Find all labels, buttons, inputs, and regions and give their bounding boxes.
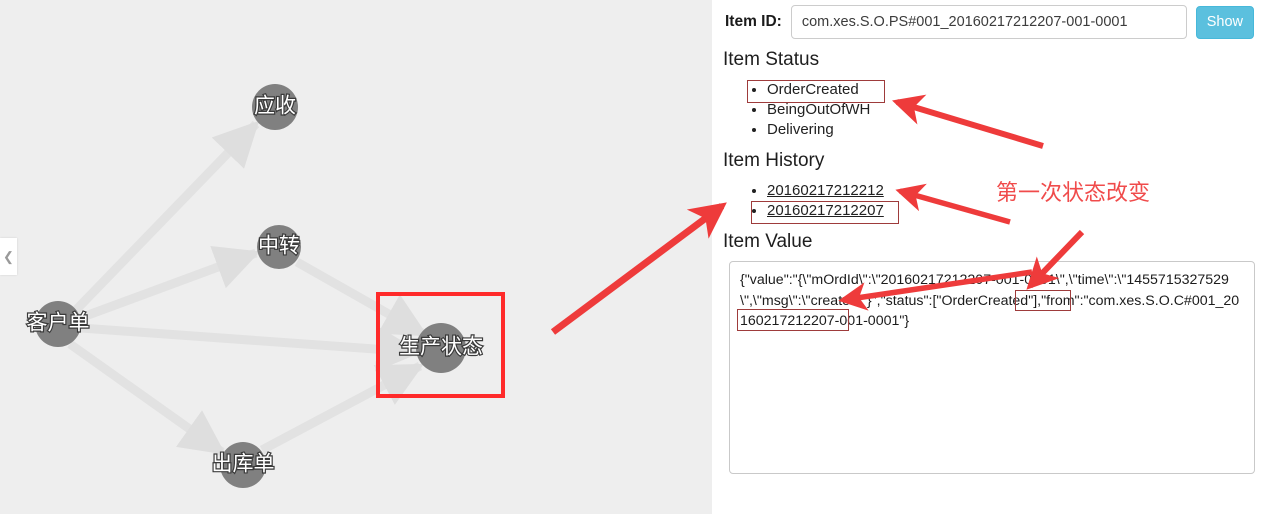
edge-chukudan-shengchan — [259, 362, 424, 454]
show-button[interactable]: Show — [1195, 5, 1254, 39]
graph-node-label-yingshou: 应收 — [254, 95, 296, 118]
item-history-link[interactable]: 20160217212207 — [767, 202, 884, 219]
item-history-entry[interactable]: 20160217212212 — [767, 181, 884, 201]
graph-edges — [67, 120, 428, 456]
item-history-entry[interactable]: 20160217212207 — [767, 201, 884, 221]
item-history-title: Item History — [723, 150, 825, 171]
graph-node-label-shengchan: 生产状态 — [399, 336, 483, 359]
item-id-input[interactable] — [790, 5, 1187, 39]
graph-node-label-zhongzhuan: 中转 — [258, 235, 300, 258]
edge-kehudan-shengchan — [80, 323, 422, 372]
item-status-title: Item Status — [723, 49, 820, 70]
item-id-row: Item ID: Show — [725, 5, 1254, 39]
graph-node-label-chukudan: 出库单 — [212, 453, 275, 476]
edge-kehudan-chukudan — [67, 340, 226, 456]
item-id-label: Item ID: — [725, 13, 782, 30]
item-value-textarea[interactable]: {"value":"{\"mOrdId\":\"20160217212207-0… — [729, 261, 1255, 474]
item-value-title: Item Value — [723, 231, 813, 252]
edge-zhongzhuan-shengchan — [294, 258, 428, 338]
item-history-link[interactable]: 20160217212212 — [767, 182, 884, 199]
item-status-option[interactable]: BeingOutOfWH — [767, 100, 870, 120]
item-status-option[interactable]: OrderCreated — [767, 80, 870, 100]
graph-panel[interactable]: 应收 中转 客户单 生产状态 出库单 ❮ — [0, 0, 712, 514]
graph-canvas[interactable]: 应收 中转 客户单 生产状态 出库单 — [0, 0, 712, 514]
graph-node-label-kehudan: 客户单 — [27, 312, 90, 335]
annotation-note: 第一次状态改变 — [996, 180, 1151, 205]
app-root: 应收 中转 客户单 生产状态 出库单 ❮ ❯ Item ID: Show Ite… — [0, 0, 1272, 514]
item-status-option[interactable]: Delivering — [767, 120, 870, 140]
graph-collapse-handle[interactable]: ❮ — [0, 238, 17, 275]
edge-kehudan-zhongzhuan — [78, 245, 261, 323]
item-history-list: 20160217212212 20160217212207 — [734, 181, 884, 221]
chevron-left-icon: ❮ — [3, 249, 14, 264]
item-status-list: OrderCreated BeingOutOfWH Delivering — [734, 80, 870, 140]
